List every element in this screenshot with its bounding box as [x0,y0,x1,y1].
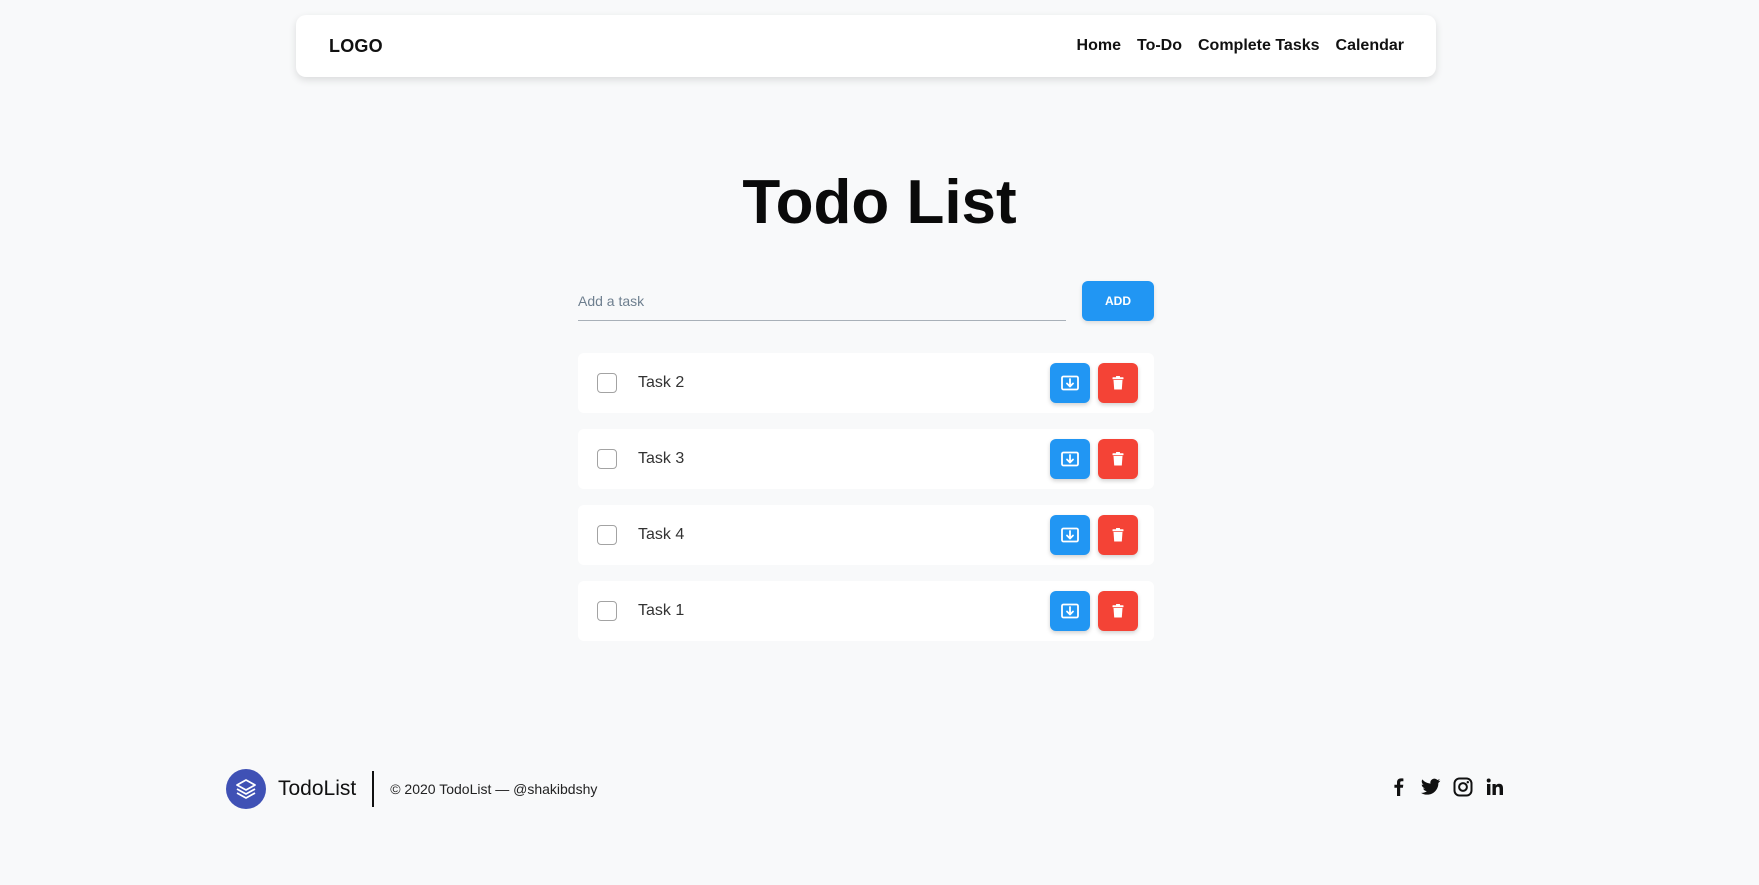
navbar-logo[interactable]: LOGO [329,36,383,57]
delete-task-button[interactable] [1098,591,1138,631]
facebook-icon[interactable] [1389,777,1409,797]
nav-link-complete-tasks[interactable]: Complete Tasks [1198,37,1320,55]
download-box-icon [1061,451,1079,467]
task-label: Task 3 [638,450,685,467]
download-box-icon [1061,375,1079,391]
trash-icon [1112,376,1124,390]
trash-icon [1112,604,1124,618]
delete-task-button[interactable] [1098,515,1138,555]
task-checkbox[interactable] [597,525,617,545]
save-task-button[interactable] [1050,591,1090,631]
delete-task-button[interactable] [1098,439,1138,479]
linkedin-icon[interactable] [1485,777,1505,797]
nav-link-todo[interactable]: To-Do [1137,37,1182,55]
task-checkbox[interactable] [597,373,617,393]
brand-logo[interactable] [226,769,266,809]
trash-icon [1112,452,1124,466]
task-item: Task 3 [578,429,1154,489]
task-item: Task 2 [578,353,1154,413]
top-navbar: LOGO Home To-Do Complete Tasks Calendar [296,15,1436,77]
delete-task-button[interactable] [1098,363,1138,403]
download-box-icon [1061,603,1079,619]
nav-links: Home To-Do Complete Tasks Calendar [1077,37,1404,55]
layers-icon [236,779,256,799]
page-title: Todo List [742,168,1017,237]
add-task-input[interactable] [578,281,1066,321]
task-checkbox[interactable] [597,601,617,621]
task-list: Task 2 Task 3 Task 4 Task 1 [578,353,1154,657]
footer-brand-name: TodoList [278,777,357,800]
footer-divider [372,771,375,807]
save-task-button[interactable] [1050,439,1090,479]
nav-link-calendar[interactable]: Calendar [1336,37,1404,55]
task-label: Task 4 [638,526,685,543]
download-box-icon [1061,527,1079,543]
add-task-form: ADD [578,281,1154,321]
trash-icon [1112,528,1124,542]
task-item: Task 1 [578,581,1154,641]
instagram-icon[interactable] [1453,777,1473,797]
task-label: Task 2 [638,374,685,391]
task-item: Task 4 [578,505,1154,565]
twitter-icon[interactable] [1421,777,1441,797]
page-footer: TodoList © 2020 TodoList — @shakibdshy [0,768,1759,810]
save-task-button[interactable] [1050,515,1090,555]
footer-copyright: © 2020 TodoList — @shakibdshy [390,781,598,797]
task-checkbox[interactable] [597,449,617,469]
add-task-button[interactable]: ADD [1082,281,1154,321]
save-task-button[interactable] [1050,363,1090,403]
social-links [1389,777,1505,797]
nav-link-home[interactable]: Home [1077,37,1121,55]
footer-brand: TodoList © 2020 TodoList — @shakibdshy [226,768,597,810]
task-label: Task 1 [638,602,685,619]
